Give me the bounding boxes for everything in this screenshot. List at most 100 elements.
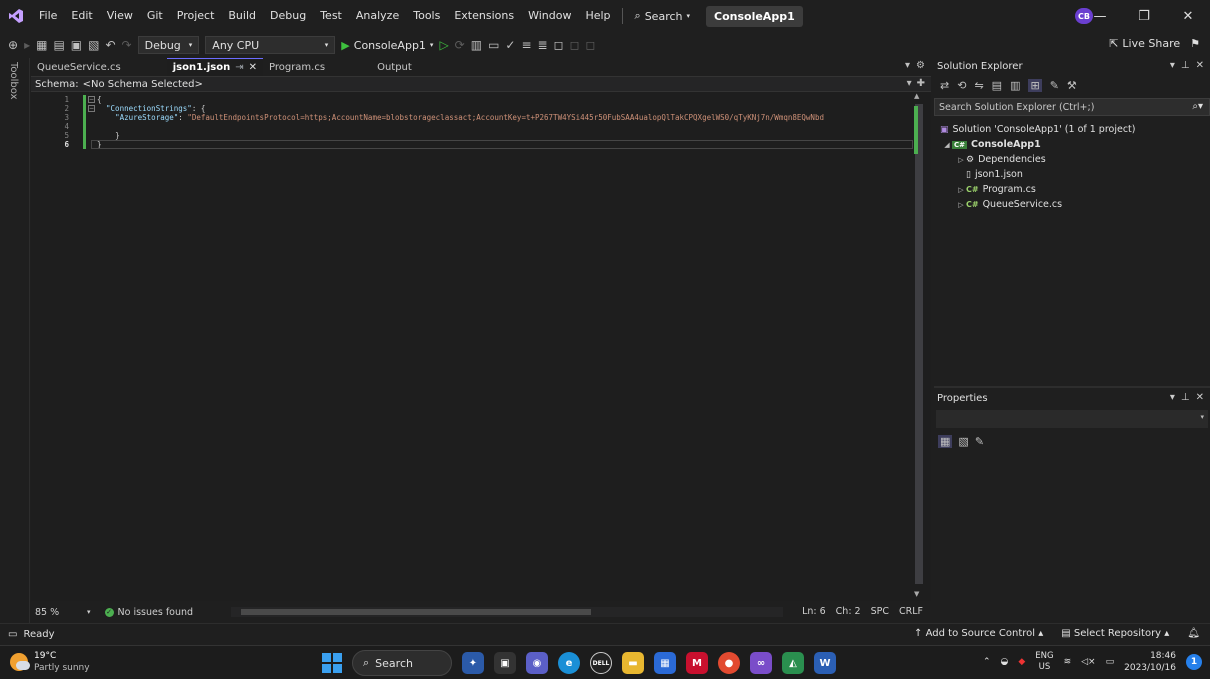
save-all-icon[interactable]: ▧ — [88, 38, 99, 52]
close-window-button[interactable]: ✕ — [1166, 0, 1210, 32]
menu-edit[interactable]: Edit — [64, 0, 99, 32]
tab-output[interactable]: Output — [371, 58, 418, 76]
mcafee-icon[interactable]: M — [686, 652, 708, 674]
language-indicator[interactable]: ENG US — [1035, 651, 1053, 673]
char-indicator[interactable]: Ch: 2 — [836, 606, 861, 617]
show-all-files-icon[interactable]: ▥ — [1010, 79, 1020, 92]
expanded-icon[interactable]: ◢ — [942, 141, 952, 149]
categorized-icon[interactable]: ▦ — [938, 434, 953, 448]
taskbar-search[interactable]: ⌕ Search — [352, 650, 452, 676]
comment-icon[interactable]: ≡ — [521, 38, 531, 52]
collapsed-icon[interactable]: ▷ — [956, 201, 966, 209]
menu-tools[interactable]: Tools — [406, 0, 447, 32]
security-icon[interactable]: ◆ — [1018, 657, 1025, 667]
search-icon[interactable]: ⌕▾ — [1192, 101, 1203, 112]
chevron-down-icon[interactable]: ▾ — [1170, 60, 1175, 71]
tree-item-json1[interactable]: ▯ json1.json — [934, 167, 1210, 182]
file-explorer-icon[interactable]: ▬ — [622, 652, 644, 674]
settings-icon[interactable]: ⚒ — [1067, 79, 1077, 92]
back-icon[interactable]: ⊕ — [8, 38, 18, 52]
weather-widget[interactable]: 19°C Partly sunny — [10, 650, 90, 674]
store-icon[interactable]: ▦ — [654, 652, 676, 674]
pin-icon[interactable]: ⊥ — [1181, 392, 1190, 403]
scroll-down-icon[interactable]: ▼ — [914, 590, 919, 598]
widgets-icon[interactable]: ✦ — [462, 652, 484, 674]
solution-platform-dropdown[interactable]: Any CPU ▾ — [205, 36, 336, 54]
code-editor[interactable]: 1 2 3 4 5 6 − − { "ConnectionStrings": {… — [31, 92, 931, 601]
chrome-icon[interactable]: ● — [718, 652, 740, 674]
feedback-icon[interactable]: ⚑ — [1190, 37, 1200, 50]
close-icon[interactable]: ✕ — [1196, 392, 1204, 403]
notification-icon[interactable]: ▭ — [8, 629, 17, 640]
history-icon[interactable]: ⟲ — [957, 79, 966, 92]
hot-reload-icon[interactable]: ⟳ — [455, 38, 465, 52]
zoom-level[interactable]: 85 % — [31, 607, 87, 618]
spell-check-icon[interactable]: ✓ — [505, 38, 515, 52]
issues-indicator[interactable]: ✓ No issues found — [104, 607, 193, 618]
dell-icon[interactable]: DELL — [590, 652, 612, 674]
bell-icon[interactable]: 🔔︎ — [1187, 628, 1200, 639]
line-ending-indicator[interactable]: CRLF — [899, 606, 923, 617]
uncomment-icon[interactable]: ≣ — [538, 38, 548, 52]
redo-icon[interactable]: ↷ — [122, 38, 132, 52]
start-debugging-button[interactable]: ▶ ConsoleApp1 ▾ — [341, 39, 433, 52]
tree-item-program[interactable]: ▷ C# Program.cs — [934, 182, 1210, 197]
volume-icon[interactable]: ◁× — [1081, 657, 1095, 667]
save-icon[interactable]: ▣ — [71, 38, 82, 52]
sync-icon[interactable]: ⇄ — [940, 79, 949, 92]
chevron-down-icon[interactable]: ▾ — [87, 608, 91, 616]
menu-view[interactable]: View — [100, 0, 140, 32]
toolbox-tab[interactable]: Toolbox — [8, 62, 19, 100]
tree-item-queueservice[interactable]: ▷ C# QueueService.cs — [934, 197, 1210, 212]
browser-link-icon[interactable]: ▥ — [471, 38, 482, 52]
close-icon[interactable]: ✕ — [249, 62, 257, 73]
add-to-source-control-button[interactable]: ↑ Add to Source Control ▴ — [914, 628, 1043, 639]
visual-studio-icon[interactable]: ∞ — [750, 652, 772, 674]
minimize-button[interactable]: — — [1078, 0, 1122, 32]
chevron-down-icon[interactable]: ▾ — [1170, 392, 1175, 403]
collapsed-icon[interactable]: ▷ — [956, 156, 966, 164]
edge-icon[interactable]: e — [558, 652, 580, 674]
onedrive-icon[interactable]: ◭ — [782, 652, 804, 674]
bookmark-icon[interactable]: ◻ — [554, 38, 564, 52]
alphabetical-icon[interactable]: ▧ — [958, 435, 968, 448]
properties-wrench-icon[interactable]: ✎ — [1050, 79, 1059, 92]
menu-git[interactable]: Git — [140, 0, 170, 32]
horizontal-scrollbar[interactable] — [231, 607, 783, 617]
vertical-scrollbar[interactable]: ▲ ▼ — [913, 92, 925, 601]
scroll-up-icon[interactable]: ▲ — [914, 92, 919, 100]
tree-item-dependencies[interactable]: ▷ ⚙ Dependencies — [934, 152, 1210, 167]
restore-button[interactable]: ❐ — [1122, 0, 1166, 32]
menu-test[interactable]: Test — [313, 0, 349, 32]
clock[interactable]: 18:46 2023/10/16 — [1124, 650, 1176, 674]
notification-badge[interactable]: 1 — [1186, 654, 1202, 670]
network-app-icon[interactable]: ◒ — [1000, 657, 1008, 667]
schema-selector[interactable]: <No Schema Selected> — [83, 79, 203, 90]
chevron-down-icon[interactable]: ▾ — [905, 60, 910, 71]
chevron-up-icon[interactable]: ⌃ — [983, 657, 991, 667]
menu-help[interactable]: Help — [578, 0, 617, 32]
new-item-icon[interactable]: ▦ — [36, 38, 47, 52]
preview-icon[interactable]: ⊞ — [1028, 78, 1042, 92]
fold-toggle-icon[interactable]: − — [88, 105, 95, 112]
split-editor-icon[interactable]: ✚ — [917, 78, 925, 89]
tree-item-project[interactable]: ◢ C# ConsoleApp1 — [934, 137, 1210, 152]
solution-explorer-search[interactable]: Search Solution Explorer (Ctrl+;) ⌕▾ — [934, 98, 1210, 116]
windows-start-icon[interactable] — [322, 653, 342, 673]
window-layout-icon[interactable]: ▭ — [488, 38, 499, 52]
bookmark-prev-icon[interactable]: ◻ — [570, 38, 580, 52]
whitespace-indicator[interactable]: SPC — [871, 606, 889, 617]
collapse-all-icon[interactable]: ▤ — [992, 79, 1002, 92]
start-without-debugging-icon[interactable]: ▷ — [439, 38, 448, 52]
pending-changes-icon[interactable]: ⇋ — [974, 79, 983, 92]
forward-icon[interactable]: ▸ — [24, 38, 30, 52]
live-share-button[interactable]: ⇱ Live Share ⚑ — [1109, 37, 1200, 50]
search-menu-button[interactable]: ⌕ Search ▾ — [627, 9, 698, 23]
word-icon[interactable]: W — [814, 652, 836, 674]
menu-project[interactable]: Project — [170, 0, 222, 32]
scrollbar-thumb[interactable] — [915, 104, 923, 584]
open-file-icon[interactable]: ▤ — [53, 38, 64, 52]
chat-icon[interactable]: ◉ — [526, 652, 548, 674]
bookmark-next-icon[interactable]: ◻ — [586, 38, 596, 52]
task-view-icon[interactable]: ▣ — [494, 652, 516, 674]
